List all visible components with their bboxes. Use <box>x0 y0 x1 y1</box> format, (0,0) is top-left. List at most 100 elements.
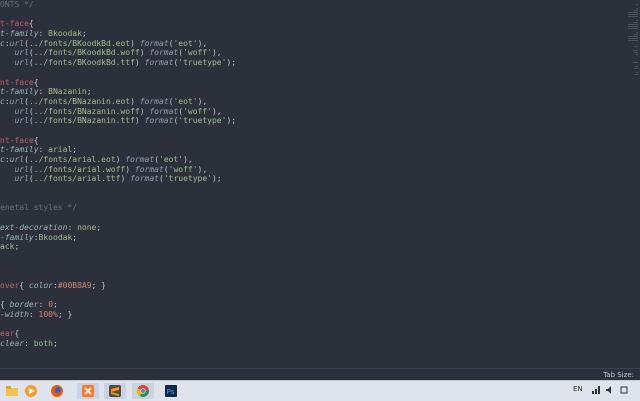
taskbar-sublime-text[interactable] <box>104 383 126 399</box>
code-line[interactable] <box>0 10 600 20</box>
code-token: both <box>33 339 53 349</box>
code-line[interactable]: t-family: BNazanin; <box>0 87 600 97</box>
minimap-line <box>636 72 638 73</box>
code-token: : <box>38 300 49 310</box>
code-editor[interactable]: ONTS */ t-face{t-family: Bkoodak; c:url(.… <box>0 0 640 368</box>
code-line[interactable]: t-face{ <box>0 19 600 29</box>
tab-size-indicator[interactable]: Tab Size: <box>603 371 634 379</box>
code-line[interactable] <box>0 184 600 194</box>
code-line[interactable]: enetal styles */ <box>0 203 600 213</box>
code-line[interactable]: url(../fonts/BNazanin.ttf) format('truet… <box>0 116 600 126</box>
code-line[interactable]: t-family: arial; <box>0 145 600 155</box>
minimap-line <box>635 74 638 75</box>
code-line[interactable]: ear{ <box>0 329 600 339</box>
code-token: ), <box>197 164 208 174</box>
code-line[interactable] <box>0 271 600 281</box>
code-token: ); <box>226 116 237 126</box>
volume-icon[interactable] <box>606 386 614 394</box>
code-line[interactable]: c:url(../fonts/arial.eot) format('eot'), <box>0 155 600 165</box>
code-token: format <box>130 174 159 184</box>
code-line[interactable]: c:url(../fonts/BNazanin.eot) format('eot… <box>0 97 600 107</box>
windows-taskbar: Ps EN <box>0 380 640 401</box>
code-token: ; } <box>57 310 73 319</box>
code-token: 'truetype' <box>163 174 212 184</box>
code-token: #00B8A9 <box>57 280 92 290</box>
code-token: ../fonts/BNazanin.ttf <box>33 116 135 126</box>
code-line[interactable] <box>0 252 600 262</box>
taskbar-chrome[interactable] <box>132 383 154 399</box>
code-line[interactable] <box>0 194 600 204</box>
taskbar-media-player[interactable] <box>20 383 42 399</box>
code-token: ), <box>197 38 208 48</box>
code-line[interactable]: url(../fonts/arial.woff) format('woff'), <box>0 165 600 175</box>
code-line[interactable]: over{ color:#00B8A9; } <box>0 281 600 291</box>
code-line[interactable]: nt-face{ <box>0 78 600 88</box>
minimap-line <box>634 34 638 35</box>
code-line[interactable]: url(../fonts/BKoodkBd.ttf) format('truet… <box>0 58 600 68</box>
network-icon[interactable] <box>592 386 600 394</box>
code-token: ../fonts/BKoodkBd.woff <box>33 48 140 58</box>
notification-icon[interactable] <box>620 386 628 394</box>
taskbar-photoshop[interactable]: Ps <box>160 383 182 399</box>
minimap-line <box>628 12 638 13</box>
code-token: -width <box>0 310 29 319</box>
file-explorer-icon <box>6 386 18 396</box>
code-line[interactable] <box>0 126 600 136</box>
code-line[interactable] <box>0 68 600 78</box>
code-token: format <box>139 38 169 48</box>
code-token: border <box>9 300 39 310</box>
code-token: url <box>9 38 25 48</box>
code-token: t-family <box>0 29 39 39</box>
code-token: 'woff' <box>183 48 212 58</box>
chrome-icon <box>136 385 149 397</box>
code-line[interactable]: url(../fonts/arial.ttf) format('truetype… <box>0 174 600 184</box>
minimap[interactable] <box>626 0 640 368</box>
language-indicator[interactable]: EN <box>573 385 583 393</box>
code-line[interactable]: c:url(../fonts/BKoodkBd.eot) format('eot… <box>0 39 600 49</box>
code-line[interactable]: { border: 0; <box>0 300 600 310</box>
code-token: { <box>19 280 29 290</box>
code-token: 'woff' <box>168 164 198 174</box>
code-token: format <box>149 106 179 116</box>
code-line[interactable]: ONTS */ <box>0 0 600 10</box>
code-token: ONTS */ <box>0 0 34 9</box>
code-line[interactable]: nt-face{ <box>0 136 600 146</box>
code-line[interactable] <box>0 213 600 223</box>
code-line[interactable]: ack; <box>0 242 600 252</box>
code-token: 'eot' <box>159 155 184 164</box>
code-token: format <box>149 48 179 58</box>
code-text-area[interactable]: ONTS */ t-face{t-family: Bkoodak; c:url(.… <box>0 0 600 349</box>
code-token: 100% <box>38 310 58 319</box>
code-line[interactable]: url(../fonts/BNazanin.woff) format('woff… <box>0 107 600 117</box>
code-token: { <box>33 135 39 145</box>
minimap-line <box>628 16 638 17</box>
code-token: ) <box>120 174 131 184</box>
minimap-line <box>634 68 638 69</box>
code-line[interactable]: t-family: Bkoodak; <box>0 29 600 39</box>
code-token: ../fonts/BNazanin.woff <box>33 106 140 116</box>
code-line[interactable] <box>0 320 600 330</box>
code-token: ) <box>125 164 135 174</box>
code-line[interactable] <box>0 291 600 301</box>
code-token: : <box>38 87 49 97</box>
code-line[interactable]: ext-decoration: none; <box>0 223 600 233</box>
code-token: ext-decoration <box>0 222 68 232</box>
minimap-line <box>633 10 638 11</box>
code-token: url <box>9 155 25 164</box>
code-token: url <box>14 174 29 184</box>
code-token: url <box>9 96 25 106</box>
code-line[interactable]: -width: 100%; } <box>0 310 600 320</box>
code-line[interactable]: url(../fonts/BKoodkBd.woff) format('woff… <box>0 48 600 58</box>
taskbar-xampp[interactable] <box>77 383 99 399</box>
code-token: ) <box>139 48 150 58</box>
code-token: url <box>14 164 29 174</box>
taskbar-firefox[interactable] <box>46 383 68 399</box>
code-line[interactable]: -family:Bkoodak; <box>0 233 600 243</box>
code-line[interactable]: clear: both; <box>0 339 600 349</box>
code-token: ; <box>14 242 20 252</box>
code-line[interactable] <box>0 262 600 272</box>
firefox-icon <box>51 385 63 397</box>
code-token: ../fonts/BNazanin.eot <box>28 96 131 106</box>
